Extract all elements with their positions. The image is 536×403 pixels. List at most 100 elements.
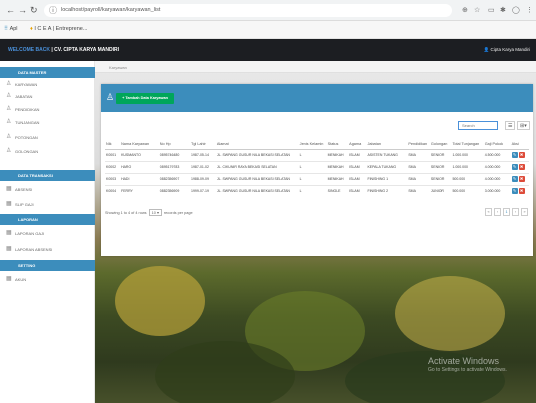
address-bar[interactable]: ⓘ localhost/payroll/karyawan/karyawan_li… xyxy=(44,4,452,17)
table-cell: ISLAM xyxy=(348,148,367,161)
prev-page-button[interactable]: ‹ xyxy=(494,208,501,216)
column-header[interactable]: Total Tunjangan xyxy=(451,139,484,150)
first-page-button[interactable]: « xyxy=(485,208,492,216)
sidebar-item-golongan[interactable]: ♙ GOLONGAN xyxy=(0,146,95,157)
table-cell: FINISHING 2 xyxy=(366,184,408,197)
export-dropdown-icon[interactable]: ⊞▾ xyxy=(517,121,530,130)
background-foliage xyxy=(395,276,505,351)
column-header[interactable]: No Hp xyxy=(158,139,190,150)
employee-panel: ♙ + Tambah Data Karyawan ☰ ⊞▾ Nik Nama K… xyxy=(101,84,533,256)
table-cell: K0003 xyxy=(105,172,121,185)
delete-icon[interactable]: ✖ xyxy=(518,164,525,170)
add-employee-button[interactable]: + Tambah Data Karyawan xyxy=(116,93,174,104)
column-header[interactable]: Golongan xyxy=(429,139,452,150)
table-cell: KEPALA TUKANG xyxy=(366,160,408,173)
background-foliage xyxy=(155,341,295,403)
column-header[interactable]: Alamat xyxy=(215,139,299,150)
table-cell: SMA xyxy=(407,148,430,161)
next-page-button[interactable]: › xyxy=(512,208,519,216)
delete-icon[interactable]: ✖ xyxy=(518,152,525,158)
column-header[interactable]: Pendidikan xyxy=(407,139,430,150)
sidebar-section-data-master: DATA MASTER xyxy=(0,67,95,78)
sidebar-item-slip-gaji[interactable]: ▦ SLIP GAJI xyxy=(0,199,95,210)
column-header[interactable]: Gaji Pokok xyxy=(483,139,511,150)
grid-icon: ▦ xyxy=(6,201,12,207)
edit-icon[interactable]: ✎ xyxy=(511,188,518,195)
sidebar-item-laporan-gaji[interactable]: ▦ LAPORAN GAJI xyxy=(0,228,95,239)
column-header[interactable]: Jabatan xyxy=(366,139,408,150)
sidebar-item-jabatan[interactable]: ♙ JABATAN xyxy=(0,91,95,102)
table-cell: ISLAM xyxy=(348,160,367,173)
app-header: WELCOME BACK | CV. CIPTA KARYA MANDIRI 👤… xyxy=(0,39,536,61)
column-header[interactable]: Nik xyxy=(105,139,121,150)
table-row: K0002 HARO 0895179783 1987-01-02 JL. CIK… xyxy=(105,160,529,173)
last-page-button[interactable]: » xyxy=(521,208,528,216)
grid-icon: ▦ xyxy=(6,246,12,252)
table-cell: 1999-07-19 xyxy=(190,184,216,197)
reload-icon[interactable]: ↻ xyxy=(30,5,38,16)
page-size-select[interactable]: 10 ▾ xyxy=(148,209,162,216)
star-icon[interactable]: ☆ xyxy=(474,6,480,15)
sidebar-item-potongan[interactable]: ♙ POTONGAN xyxy=(0,132,95,143)
table-cell: HADI xyxy=(120,172,159,185)
columns-toggle-icon[interactable]: ☰ xyxy=(505,121,516,130)
table-cell: 1.000.000 xyxy=(451,160,484,173)
menu-icon[interactable]: ⋮ xyxy=(526,6,533,15)
cast-icon[interactable]: ▭ xyxy=(488,6,495,15)
table-cell: SMA xyxy=(407,184,430,197)
action-cell: ✎ ✖ xyxy=(510,160,529,173)
table-cell: KUSMANTO xyxy=(120,148,159,161)
delete-icon[interactable]: ✖ xyxy=(518,188,525,195)
search-input[interactable] xyxy=(458,121,498,130)
grid-icon: ▦ xyxy=(6,276,12,282)
user-icon: ♙ xyxy=(6,81,12,87)
edit-icon[interactable]: ✎ xyxy=(511,164,518,170)
zoom-icon[interactable]: ⊕ xyxy=(462,6,468,15)
user-menu[interactable]: 👤 Cipta Karya Mandiri xyxy=(484,47,530,53)
sidebar-item-karyawan[interactable]: ♙ KARYAWAN xyxy=(0,79,95,90)
table-cell: FERRY xyxy=(120,184,159,197)
edit-icon[interactable]: ✎ xyxy=(511,176,518,182)
column-header[interactable]: Nama Karyawan xyxy=(120,139,159,150)
table-cell: 1988-09-09 xyxy=(190,172,216,185)
bookmarks-bar: ⠿ Apl ♦ I C E A | Entreprene... xyxy=(0,21,536,39)
sidebar-item-absensi[interactable]: ▦ ABSENSI xyxy=(0,184,95,195)
sidebar-item-akun[interactable]: ▦ AKUN xyxy=(0,274,95,285)
table-cell: FINISHING 1 xyxy=(366,172,408,185)
grid-icon: ▦ xyxy=(6,230,12,236)
table-cell: JUNIOR xyxy=(429,184,452,197)
table-cell: ISLAM xyxy=(348,172,367,185)
table-cell: MENIKAH xyxy=(326,172,349,185)
action-cell: ✎ ✖ xyxy=(510,172,529,185)
edit-icon[interactable]: ✎ xyxy=(511,152,518,158)
table-cell: K0001 xyxy=(105,148,121,161)
forward-icon[interactable]: → xyxy=(18,5,27,16)
delete-icon[interactable]: ✖ xyxy=(518,176,525,182)
back-icon[interactable]: ← xyxy=(6,5,15,16)
table-cell: SINGLE xyxy=(326,184,349,197)
column-header[interactable]: Jenis Kelamin xyxy=(298,139,327,150)
panel-header: ♙ + Tambah Data Karyawan xyxy=(101,84,533,112)
table-cell: L xyxy=(298,160,327,173)
table-cell: 0895179783 xyxy=(158,160,190,173)
column-header[interactable]: Status xyxy=(326,139,349,150)
table-cell: L xyxy=(298,148,327,161)
welcome-text: WELCOME BACK xyxy=(8,47,50,53)
sidebar-section-laporan: LAPORAN xyxy=(0,214,95,225)
sidebar-item-tunjangan[interactable]: ♙ TUNJANGAN xyxy=(0,117,95,128)
column-header[interactable]: Tgl Lahir xyxy=(190,139,216,150)
column-header[interactable]: Agama xyxy=(348,139,367,150)
sidebar-item-laporan-absensi[interactable]: ▦ LAPORAN ABSENSI xyxy=(0,244,95,255)
sidebar-item-pendidikan[interactable]: ♙ PENDIDIKAN xyxy=(0,104,95,115)
table-cell: 0882356909 xyxy=(158,184,190,197)
profile-icon[interactable]: ◯ xyxy=(512,6,520,15)
page-1-button[interactable]: 1 xyxy=(503,208,510,216)
table-cell: 0895746480 xyxy=(158,148,190,161)
apps-bookmark[interactable]: ⠿ Apl xyxy=(4,26,18,32)
info-icon[interactable]: ⓘ xyxy=(49,5,57,16)
icea-bookmark[interactable]: ♦ I C E A | Entreprene... xyxy=(30,26,87,32)
table-cell: HARO xyxy=(120,160,159,173)
table-cell: 1.000.000 xyxy=(451,148,484,161)
bookmark-icon: ♦ xyxy=(30,26,33,32)
extension-icon[interactable]: ✱ xyxy=(500,6,506,15)
